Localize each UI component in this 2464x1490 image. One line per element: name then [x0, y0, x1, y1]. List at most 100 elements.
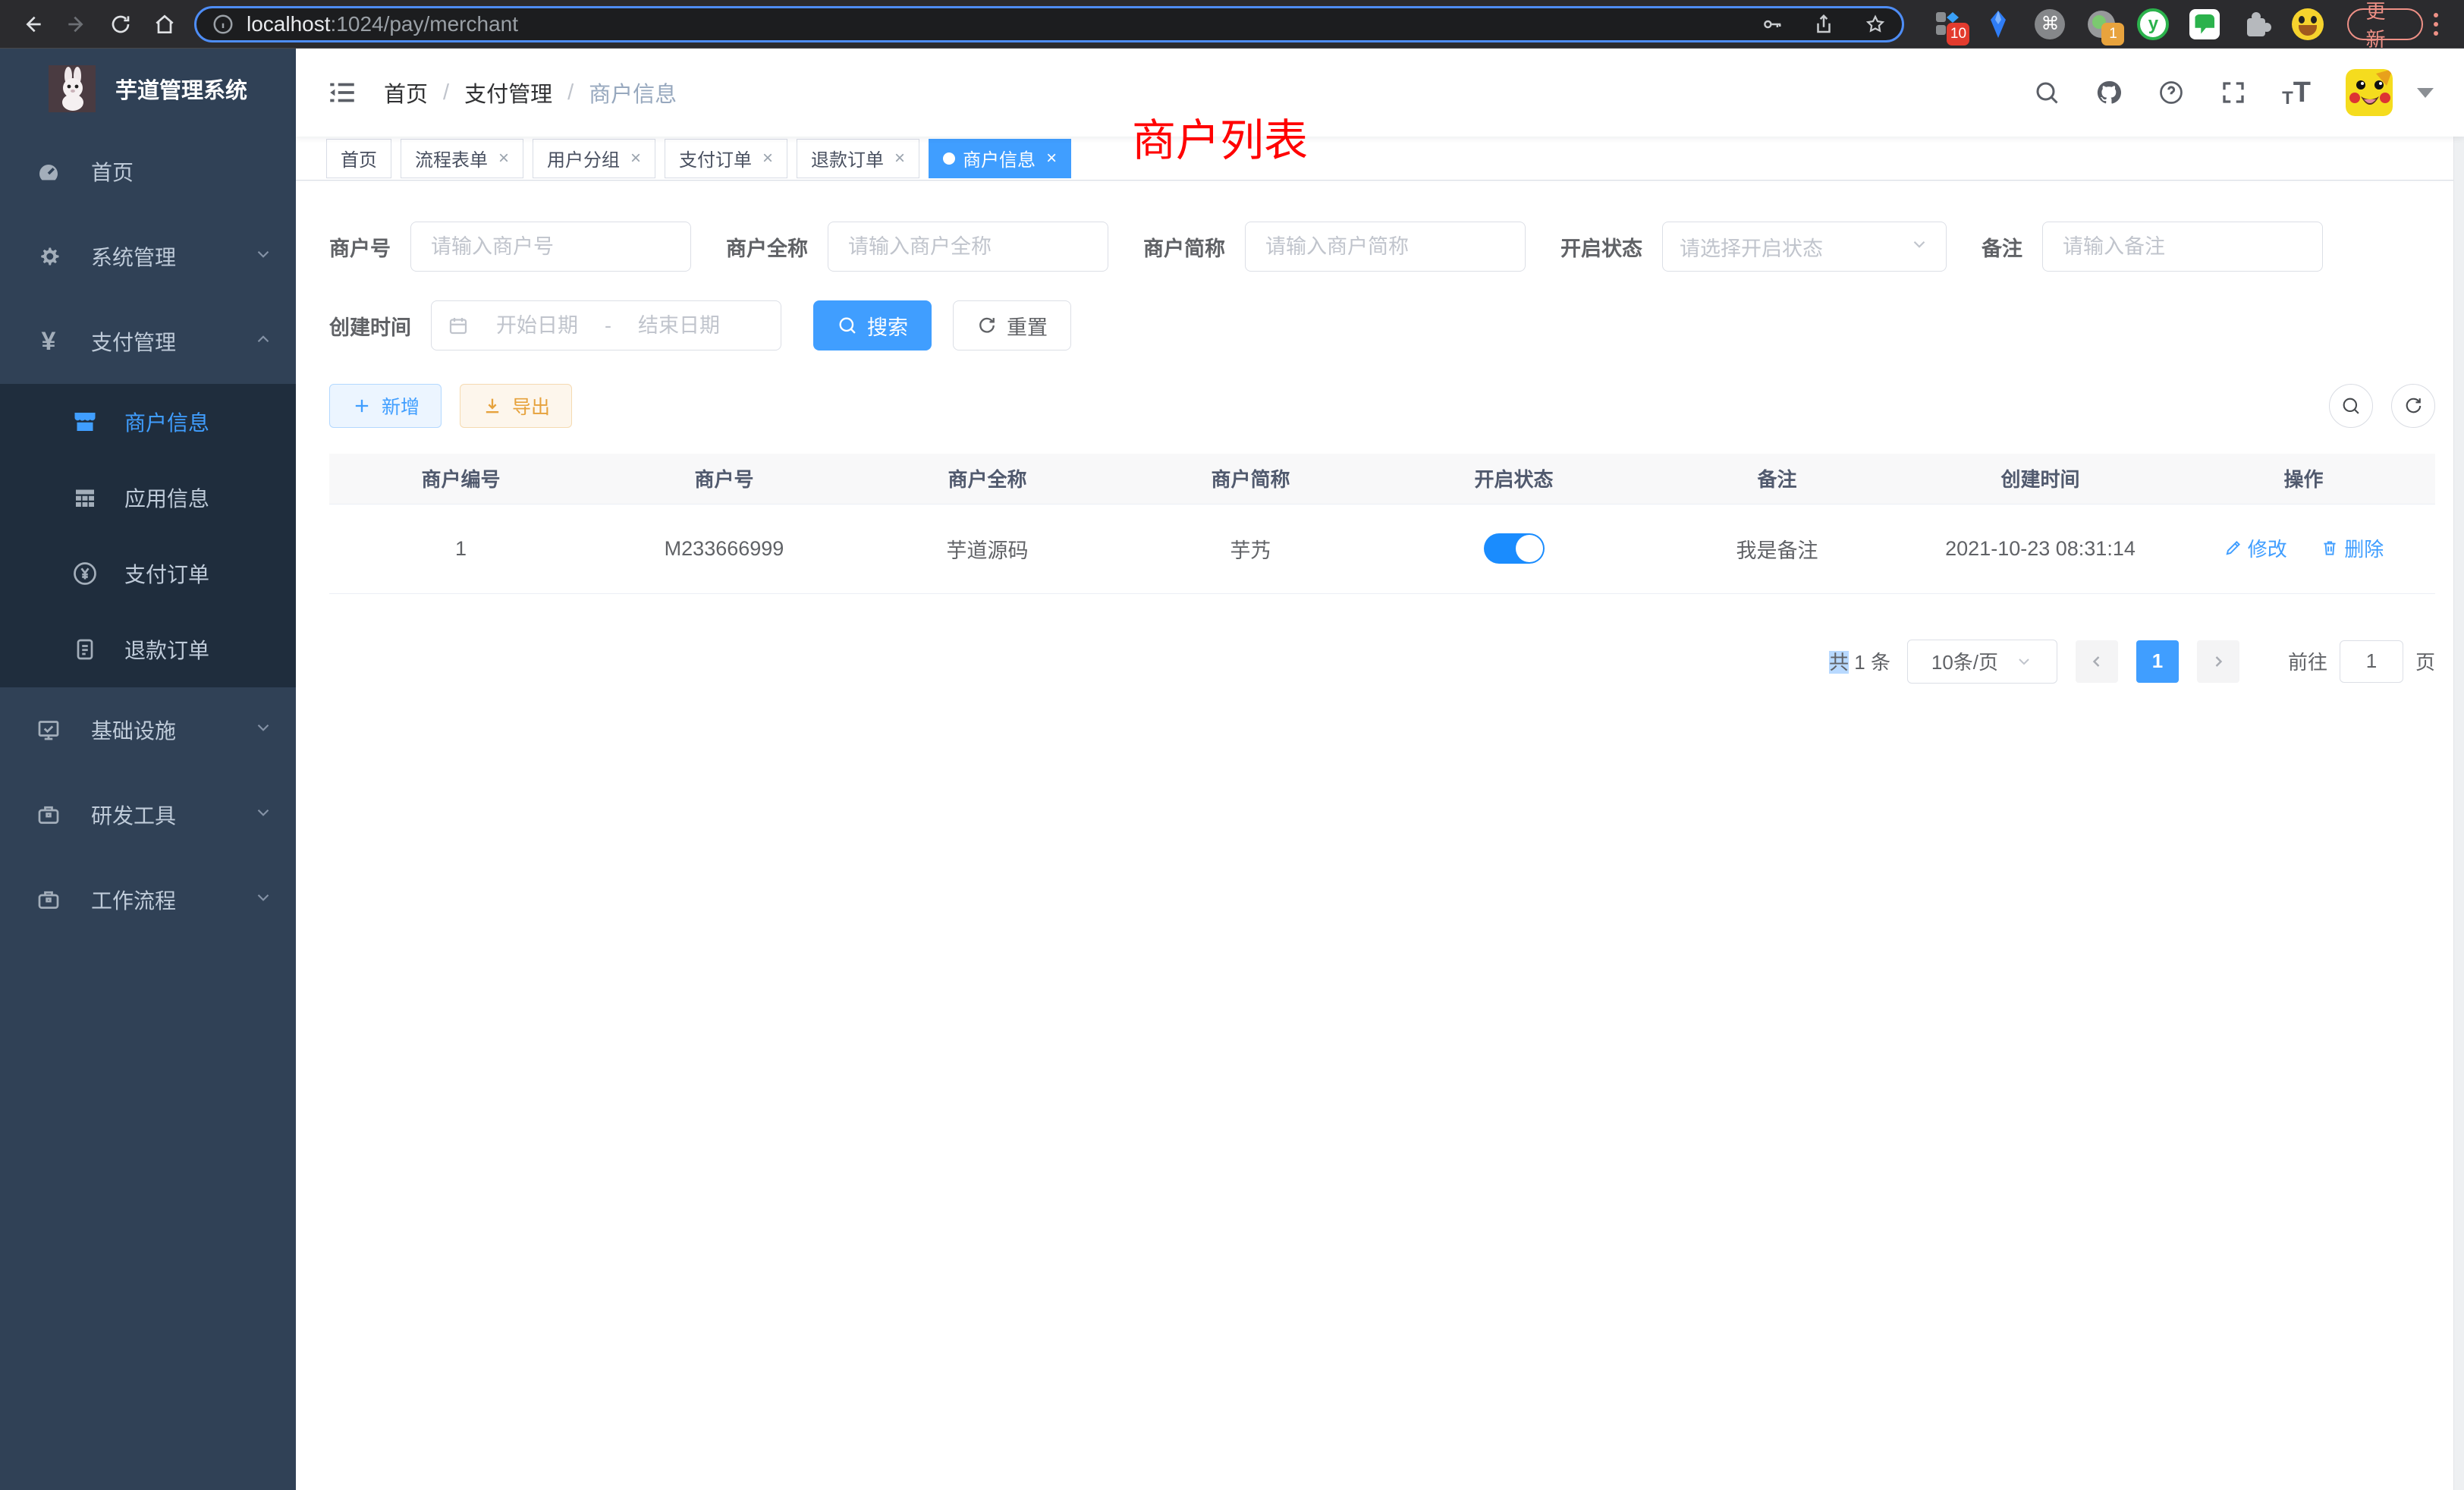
- reset-button[interactable]: 重置: [953, 300, 1071, 350]
- address-bar[interactable]: localhost:1024/pay/merchant: [194, 6, 1904, 42]
- prev-page-button[interactable]: [2076, 640, 2118, 683]
- pagination-total: 共 1 条: [1829, 647, 1890, 675]
- sidebar-item-payment[interactable]: ¥ 支付管理: [0, 299, 296, 384]
- tab-user-group[interactable]: 用户分组×: [533, 139, 655, 178]
- sidebar-toggle-button[interactable]: [326, 77, 358, 108]
- browser-forward-button[interactable]: [55, 5, 99, 44]
- export-button[interactable]: 导出: [460, 384, 572, 428]
- tab-close-icon[interactable]: ×: [630, 148, 641, 169]
- help-icon[interactable]: [2158, 79, 2185, 106]
- font-size-icon[interactable]: TT: [2282, 77, 2311, 109]
- tab-close-icon[interactable]: ×: [498, 148, 509, 169]
- breadcrumb-payment[interactable]: 支付管理: [464, 77, 552, 108]
- extensions-puzzle-icon[interactable]: [2239, 8, 2273, 41]
- extension-grid-icon[interactable]: 10: [1930, 8, 1963, 41]
- merchant-no-input[interactable]: [410, 222, 691, 272]
- cell-short-name: 芋艿: [1119, 504, 1382, 593]
- fullscreen-icon[interactable]: [2220, 79, 2247, 106]
- sidebar-item-pay-order[interactable]: 支付订单: [0, 536, 296, 611]
- extension-y-icon[interactable]: y: [2136, 8, 2170, 41]
- status-label: 开启状态: [1560, 232, 1642, 262]
- sidebar-item-app-info[interactable]: 应用信息: [0, 460, 296, 536]
- create-time-range-picker[interactable]: -: [431, 300, 781, 350]
- browser-menu-button[interactable]: [2434, 13, 2438, 36]
- sidebar-item-label: 研发工具: [91, 800, 176, 830]
- breadcrumb: 首页 / 支付管理 / 商户信息: [384, 77, 677, 108]
- browser-back-button[interactable]: [11, 5, 55, 44]
- browser-profile-avatar[interactable]: [2291, 8, 2324, 41]
- add-button[interactable]: 新增: [329, 384, 442, 428]
- storefront-icon: [70, 408, 100, 435]
- sidebar-item-label: 基础设施: [91, 715, 176, 745]
- page-scrollbar[interactable]: [2453, 97, 2464, 1490]
- header-search-icon[interactable]: [2033, 79, 2060, 106]
- github-icon[interactable]: [2095, 79, 2123, 106]
- refresh-table-button[interactable]: [2391, 384, 2435, 428]
- sidebar-item-merchant-info[interactable]: 商户信息: [0, 384, 296, 460]
- tab-home[interactable]: 首页: [326, 139, 391, 178]
- full-name-input[interactable]: [828, 222, 1108, 272]
- goto-suffix: 页: [2415, 647, 2435, 675]
- chevron-up-icon: [253, 329, 273, 354]
- page-info-icon[interactable]: [212, 13, 234, 36]
- delete-link[interactable]: 删除: [2320, 534, 2384, 562]
- browser-update-button[interactable]: 更新: [2347, 8, 2423, 40]
- app-logo-row[interactable]: 芋道管理系统: [0, 49, 296, 129]
- page-content: 商户号 商户全称 商户简称 开启状态 请选择开启状态 备注 创: [296, 181, 2464, 1490]
- tab-refund-order[interactable]: 退款订单×: [797, 139, 919, 178]
- tab-close-icon[interactable]: ×: [762, 148, 773, 169]
- table-row: 1 M233666999 芋道源码 芋艿 我是备注 2021-10-23 08:…: [329, 504, 2435, 593]
- search-button[interactable]: 搜索: [813, 300, 932, 350]
- gear-icon: [33, 243, 64, 270]
- chevron-down-icon: [2015, 652, 2033, 671]
- page-1-button[interactable]: 1: [2136, 640, 2179, 683]
- end-date-input[interactable]: [622, 314, 736, 338]
- extension-recorder-icon[interactable]: 1: [2085, 8, 2118, 41]
- goto-page-input[interactable]: [2340, 640, 2403, 683]
- sidebar-item-infrastructure[interactable]: 基础设施: [0, 687, 296, 772]
- filter-row-1: 商户号 商户全称 商户简称 开启状态 请选择开启状态 备注: [329, 222, 2435, 272]
- toolbox-icon: [33, 801, 64, 828]
- sidebar-item-dev-tools[interactable]: 研发工具: [0, 772, 296, 857]
- extension-command-icon[interactable]: ⌘: [2033, 8, 2066, 41]
- remark-input[interactable]: [2042, 222, 2323, 272]
- tab-merchant-info[interactable]: 商户信息×: [929, 139, 1071, 178]
- breadcrumb-home[interactable]: 首页: [384, 77, 428, 108]
- page-size-select[interactable]: 10条/页: [1907, 640, 2057, 684]
- tab-process-form[interactable]: 流程表单×: [401, 139, 523, 178]
- extension-pin-icon[interactable]: [1982, 8, 2015, 41]
- short-name-input[interactable]: [1245, 222, 1526, 272]
- share-icon[interactable]: [1812, 13, 1835, 36]
- screen: localhost:1024/pay/merchant 10 ⌘ 1: [0, 0, 2464, 1490]
- grid-icon: [70, 484, 100, 511]
- sidebar-item-system[interactable]: 系统管理: [0, 214, 296, 299]
- status-toggle[interactable]: [1484, 533, 1545, 564]
- tab-pay-order[interactable]: 支付订单×: [665, 139, 787, 178]
- sidebar-item-refund-order[interactable]: 退款订单: [0, 611, 296, 687]
- password-key-icon[interactable]: [1761, 13, 1784, 36]
- tab-close-icon[interactable]: ×: [894, 148, 905, 169]
- show-search-toggle-button[interactable]: [2329, 384, 2373, 428]
- extension-badge: 10: [1947, 23, 1969, 46]
- col-merchant-id: 商户编号: [329, 454, 592, 504]
- url-text[interactable]: localhost:1024/pay/merchant: [247, 12, 518, 36]
- sidebar: 芋道管理系统 首页 系统管理 ¥ 支付管理: [0, 49, 296, 1490]
- browser-reload-button[interactable]: [99, 5, 143, 44]
- bookmark-star-icon[interactable]: [1864, 13, 1887, 36]
- status-select[interactable]: 请选择开启状态: [1662, 222, 1947, 272]
- tab-close-icon[interactable]: ×: [1046, 148, 1057, 169]
- avatar-caret-down-icon[interactable]: [2417, 88, 2434, 98]
- edit-link[interactable]: 修改: [2224, 534, 2287, 562]
- start-date-input[interactable]: [480, 314, 594, 338]
- user-avatar[interactable]: [2346, 69, 2393, 116]
- browser-home-button[interactable]: [143, 5, 187, 44]
- date-range-separator: -: [605, 314, 611, 338]
- sidebar-item-workflow[interactable]: 工作流程: [0, 857, 296, 942]
- forward-icon: [64, 12, 89, 36]
- monitor-check-icon: [33, 716, 64, 743]
- extension-badge: 1: [2101, 23, 2124, 46]
- next-page-button[interactable]: [2197, 640, 2239, 683]
- extension-chat-icon[interactable]: [2188, 8, 2221, 41]
- sidebar-item-home[interactable]: 首页: [0, 129, 296, 214]
- col-remark: 备注: [1645, 454, 1909, 504]
